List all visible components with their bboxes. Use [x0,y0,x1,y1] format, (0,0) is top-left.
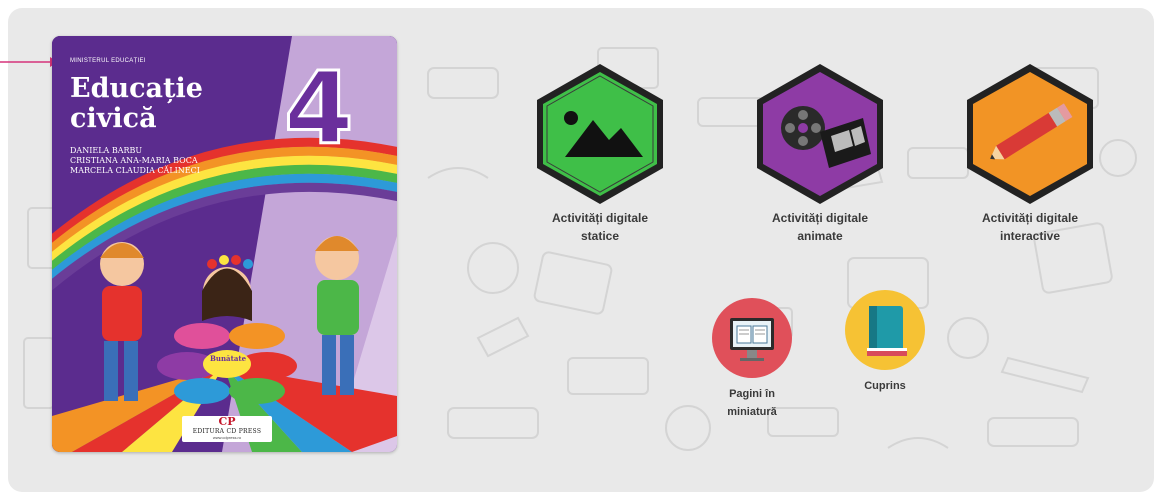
monitor-book-icon [712,298,792,378]
author-2: CRISTIANA ANA-MARIA BOCA [70,156,198,165]
book-title: Educație civică [70,74,203,134]
thumbnails-label-2: miniatură [727,406,777,418]
activity-animated-label-2: animate [797,229,843,243]
contents-label: Cuprins [864,380,906,392]
mountain-image-icon [537,64,663,204]
pencil-icon [967,64,1093,204]
thumbnails-label-1: Pagini în [729,388,775,400]
pointer-arrow-icon [0,57,58,67]
book-title-line2: civică [70,103,157,134]
activity-interactive-label-1: Activități digitale [981,211,1079,225]
activity-interactive-button[interactable]: Activități digitale interactive [955,62,1105,245]
activity-static-label-2: statice [580,229,620,243]
author-1: DANIELA BARBU [70,146,143,155]
ministry-label: MINISTERUL EDUCAȚIEI [70,58,146,64]
contents-button[interactable]: Cuprins [830,288,940,395]
publisher-name: EDITURA CD PRESS [192,428,262,435]
book-title-line1: Educație [70,73,203,104]
publisher-url: www.cdpress.ro [212,435,242,440]
book-authors: DANIELA BARBU CRISTIANA ANA-MARIA BOCA M… [70,146,200,176]
activity-interactive-label-2: interactive [999,229,1061,243]
book-cover[interactable]: MINISTERUL EDUCAȚIEI Educație civică DAN… [52,36,397,452]
film-reel-icon [757,64,883,204]
publisher-logo: CP EDITURA CD PRESS www.cdpress.ro [182,416,272,442]
book-stack-icon [845,290,925,370]
publisher-mark: CP [218,415,236,428]
activity-animated-button[interactable]: Activități digitale animate [745,62,895,245]
author-3: MARCELA CLAUDIA CĂLINECI [70,166,200,175]
grade-number: 4 [283,50,356,167]
activity-animated-label-1: Activități digitale [771,211,869,225]
activity-static-button[interactable]: Activități digitale statice [525,62,675,245]
flower-center-label: Bunătate [209,354,247,363]
activity-static-label-1: Activități digitale [551,211,649,225]
thumbnails-button[interactable]: Pagini în miniatură [697,296,807,421]
